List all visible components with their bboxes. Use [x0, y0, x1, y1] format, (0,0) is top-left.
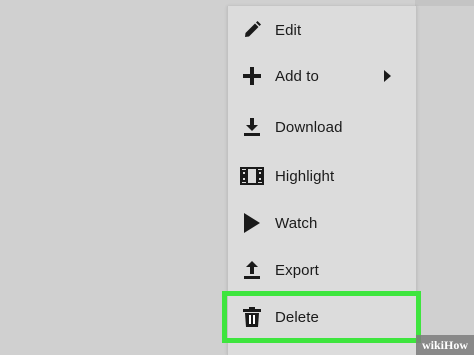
watermark: wikiHow — [415, 335, 474, 355]
menu-item-download[interactable]: Download — [228, 104, 416, 150]
plus-icon — [240, 64, 264, 88]
menu-item-label: Delete — [275, 308, 319, 326]
context-menu: Edit Add to Download Highlight Watch Exp… — [227, 6, 417, 355]
menu-item-label: Highlight — [275, 167, 335, 185]
upload-icon — [240, 258, 264, 282]
menu-item-export[interactable]: Export — [228, 247, 416, 293]
menu-item-watch[interactable]: Watch — [228, 200, 416, 246]
play-icon — [240, 211, 264, 235]
menu-item-edit[interactable]: Edit — [228, 7, 416, 53]
menu-item-delete[interactable]: Delete — [228, 294, 416, 340]
menu-item-highlight[interactable]: Highlight — [228, 153, 416, 199]
background-shade — [415, 0, 474, 6]
menu-item-label: Watch — [275, 214, 318, 232]
menu-item-label: Export — [275, 261, 319, 279]
menu-item-label: Edit — [275, 21, 302, 39]
download-icon — [240, 115, 264, 139]
submenu-arrow-icon — [382, 70, 392, 82]
menu-item-label: Download — [275, 118, 343, 136]
menu-item-add-to[interactable]: Add to — [228, 53, 416, 99]
menu-item-label: Add to — [275, 67, 319, 85]
trash-icon — [240, 305, 264, 329]
pencil-icon — [240, 18, 264, 42]
film-icon — [240, 164, 264, 188]
